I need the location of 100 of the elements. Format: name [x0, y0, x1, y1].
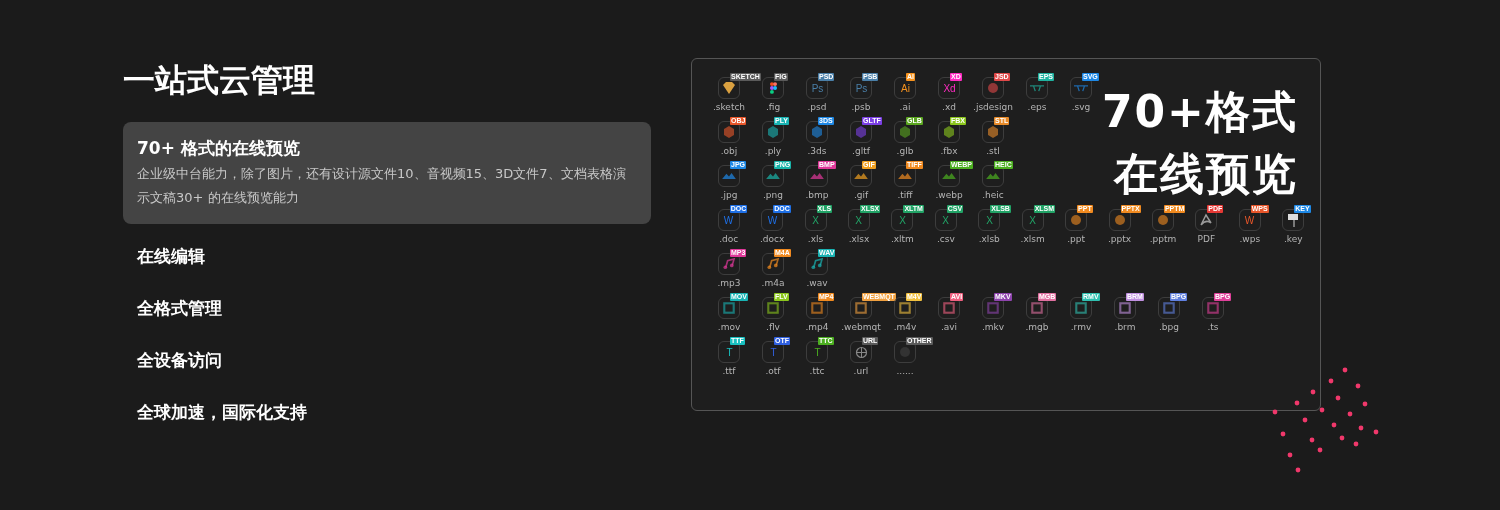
- file-extension: .webmqt: [841, 321, 881, 334]
- film-icon: [987, 302, 999, 314]
- file-extension: .psd: [807, 101, 827, 114]
- easel-icon: [1288, 213, 1299, 227]
- file-extension: .xlsx: [848, 233, 870, 246]
- file-extension: .flv: [766, 321, 780, 334]
- file-extension: .jpg: [720, 189, 738, 202]
- feature-item[interactable]: 70+ 格式的在线预览 企业级中台能力，除了图片，还有设计源文件10、音视频15、3D文件7、文档表格演示文稿30+ 的在线预览能力: [123, 122, 651, 224]
- file-extension: .webp: [935, 189, 963, 202]
- file-extension: .xlsb: [978, 233, 1000, 246]
- file-extension: .key: [1283, 233, 1303, 246]
- circle-icon: [1114, 215, 1125, 225]
- circle-icon: [1071, 215, 1082, 225]
- film-icon: [1031, 302, 1043, 314]
- file-extension: .wav: [806, 277, 828, 290]
- letter-icon: Xd: [941, 83, 957, 93]
- curve-icon: [1200, 214, 1213, 226]
- mountain-icon: [986, 173, 1000, 179]
- file-extension: .brm: [1114, 321, 1136, 334]
- file-extension: .xd: [942, 101, 956, 114]
- file-extension: .m4a: [761, 277, 785, 290]
- file-extension: .glb: [896, 145, 914, 158]
- file-extension: .docx: [759, 233, 785, 246]
- feature-item[interactable]: 全设备访问: [123, 334, 651, 386]
- file-extension: .xls: [807, 233, 824, 246]
- file-extension: .m4v: [893, 321, 917, 334]
- file-extension: .obj: [720, 145, 738, 158]
- file-extension: .ttc: [809, 365, 825, 378]
- file-extension: .fig: [765, 101, 781, 114]
- cube-icon: [944, 126, 954, 138]
- circle-icon: [1157, 215, 1168, 225]
- mountain-icon: [766, 173, 780, 179]
- file-extension: .psb: [851, 101, 871, 114]
- letter-icon: W: [1242, 215, 1258, 225]
- file-extension: .mgb: [1025, 321, 1049, 334]
- file-extension: .gltf: [852, 145, 870, 158]
- file-extension: .sketch: [712, 101, 746, 114]
- feature-item[interactable]: 全球加速，国际化支持: [123, 386, 651, 438]
- file-extension: .pptm: [1149, 233, 1177, 246]
- letter-icon: T: [721, 347, 737, 357]
- letter-icon: X: [1025, 215, 1041, 225]
- file-extension: .3ds: [807, 145, 827, 158]
- preview-headline: 70+格式 在线预览: [1101, 85, 1298, 201]
- feature-item[interactable]: 全格式管理: [123, 282, 651, 334]
- music-note-icon: [723, 258, 735, 270]
- letter-icon: Ps: [853, 83, 869, 93]
- letter-icon: Ai: [897, 83, 913, 93]
- circle-icon: [988, 83, 998, 93]
- file-extension: .ply: [764, 145, 782, 158]
- letter-icon: T: [765, 347, 781, 357]
- file-extension: .pptx: [1107, 233, 1132, 246]
- file-extension: PDF: [1197, 233, 1216, 246]
- mountain-icon: [942, 173, 956, 179]
- letter-icon: W: [721, 215, 737, 225]
- file-extension: .doc: [719, 233, 739, 246]
- cube-icon: [856, 126, 866, 138]
- film-icon: [767, 302, 779, 314]
- letter-icon: Ps: [809, 83, 825, 93]
- file-extension: .avi: [940, 321, 958, 334]
- mountain-icon: [898, 173, 912, 179]
- film-icon: [723, 302, 735, 314]
- file-extension: .csv: [936, 233, 955, 246]
- cube-icon: [724, 126, 734, 138]
- file-extension: .mp3: [717, 277, 741, 290]
- mountain-icon: [854, 173, 868, 179]
- cube-icon: [812, 126, 822, 138]
- file-extension: .png: [763, 189, 783, 202]
- file-extension: .wps: [1239, 233, 1261, 246]
- file-extension: .gif: [853, 189, 869, 202]
- cube-icon: [900, 126, 910, 138]
- film-icon: [943, 302, 955, 314]
- diamond-icon: [723, 82, 735, 94]
- music-note-icon: [767, 258, 779, 270]
- file-extension: .ts: [1207, 321, 1219, 334]
- file-extension: .svg: [1071, 101, 1091, 114]
- film-icon: [1163, 302, 1175, 314]
- file-extension: .url: [853, 365, 869, 378]
- film-icon: [1119, 302, 1131, 314]
- letter-icon: X: [938, 215, 954, 225]
- file-extension: .stl: [986, 145, 1000, 158]
- file-extension: .eps: [1027, 101, 1047, 114]
- letter-icon: X: [851, 215, 867, 225]
- file-extension: .tiff: [897, 189, 913, 202]
- file-extension: .ttf: [722, 365, 736, 378]
- file-extension: .mkv: [981, 321, 1005, 334]
- film-icon: [899, 302, 911, 314]
- letter-icon: T: [809, 347, 825, 357]
- letter-icon: W: [764, 215, 780, 225]
- cube-icon: [768, 126, 778, 138]
- music-note-icon: [811, 258, 823, 270]
- file-extension: .rmv: [1070, 321, 1092, 334]
- file-extension: .xlsm: [1020, 233, 1045, 246]
- file-extension: .bmp: [805, 189, 829, 202]
- file-extension: .bpg: [1159, 321, 1179, 334]
- pen-path-icon: [1030, 84, 1044, 92]
- file-extension: .mp4: [805, 321, 829, 334]
- feature-item[interactable]: 在线编辑: [123, 230, 651, 282]
- mountain-icon: [722, 173, 736, 179]
- globe-icon: [855, 346, 867, 358]
- dots-icon: [769, 82, 777, 94]
